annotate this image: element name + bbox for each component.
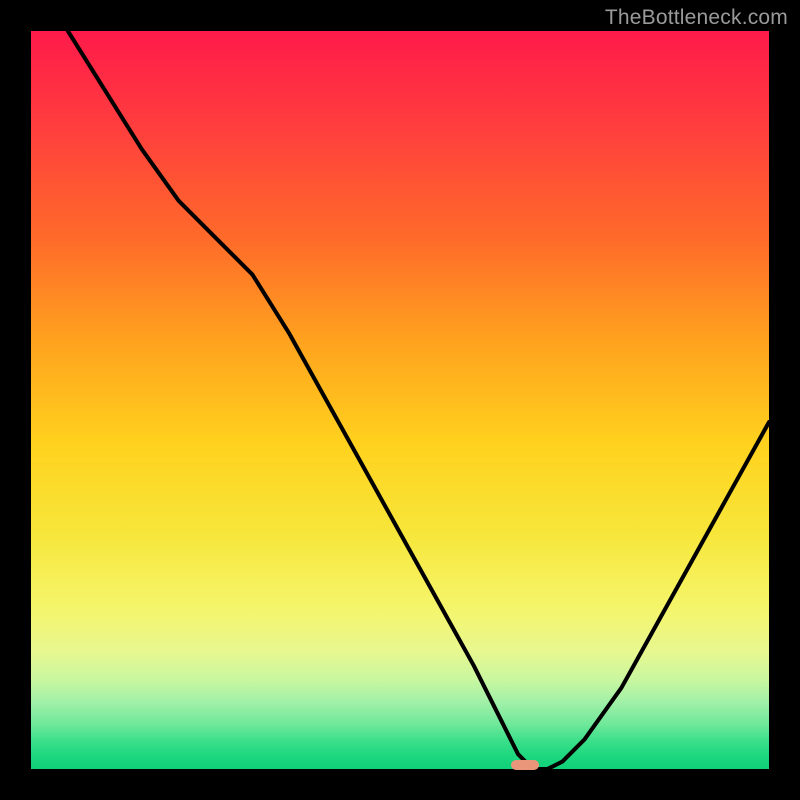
- watermark-text: TheBottleneck.com: [605, 6, 788, 30]
- curve-svg: [31, 31, 769, 769]
- bottleneck-curve-path: [68, 31, 769, 769]
- chart-container: TheBottleneck.com: [0, 0, 800, 800]
- optimal-marker: [511, 760, 539, 770]
- plot-area: [31, 31, 769, 769]
